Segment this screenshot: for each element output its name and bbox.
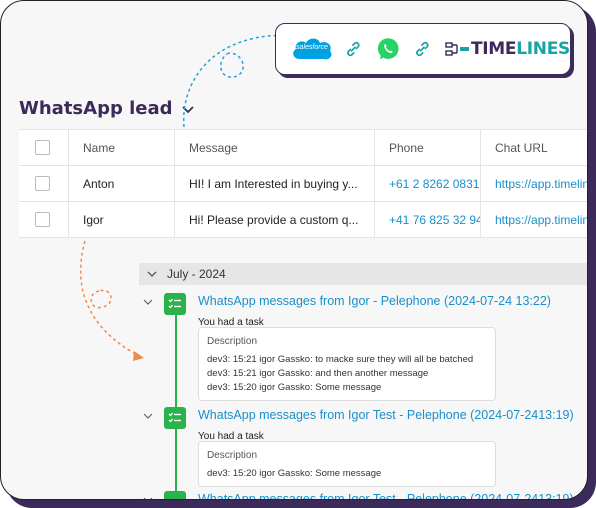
description-line: dev3: 15:21 igor Gassko: to macke sure t… <box>207 354 474 365</box>
timelines-wordmark: TIMELINES <box>471 39 570 59</box>
month-group-header[interactable]: July - 2024 <box>139 263 587 285</box>
lead-view-selector[interactable]: WhatsApp lead <box>19 98 195 119</box>
column-header-chat-url[interactable]: Chat URL <box>481 130 587 166</box>
timelines-mark-icon <box>445 42 469 56</box>
cell-name: Anton <box>69 165 175 202</box>
select-all-cell <box>19 129 69 166</box>
timelines-word-time: TIME <box>470 39 517 59</box>
cell-name: Igor <box>69 201 175 238</box>
cell-message: Hi! Please provide a custom q... <box>175 201 375 238</box>
description-label: Description <box>207 336 258 347</box>
chevron-down-icon <box>181 105 194 113</box>
column-header-name[interactable]: Name <box>69 129 175 166</box>
description-line: dev3: 15:20 igor Gassko: Some message <box>207 382 382 393</box>
task-list-icon <box>164 293 186 315</box>
cell-message: HI! I am Interested in buying y... <box>175 165 375 202</box>
timeline-entry-title-link[interactable]: WhatsApp messages from Igor Test - Pelep… <box>198 408 574 422</box>
app-card: salesforce TIMELINES WhatsApp lead Name … <box>0 0 588 500</box>
chevron-down-icon[interactable] <box>143 297 153 307</box>
row-checkbox[interactable] <box>35 176 50 191</box>
task-list-icon <box>164 407 186 429</box>
description-box: Description dev3: 15:21 igor Gassko: to … <box>198 327 496 401</box>
description-line: dev3: 15:21 igor Gassko: and then anothe… <box>207 368 429 379</box>
row-checkbox[interactable] <box>35 212 50 227</box>
table-header-row: Name Message Phone Chat URL <box>19 129 587 166</box>
column-header-phone[interactable]: Phone <box>375 129 481 166</box>
task-list-icon <box>164 491 186 499</box>
cell-phone-link[interactable]: +41 76 825 32 94 <box>375 201 481 238</box>
cell-chat-url-link[interactable]: https://app.timelin <box>481 166 587 202</box>
chevron-down-icon[interactable] <box>143 495 153 500</box>
timeline-entry-title-link[interactable]: WhatsApp messages from Igor - Pelephone … <box>198 294 551 308</box>
description-line: dev3: 15:20 igor Gassko: Some message <box>207 468 382 479</box>
select-all-checkbox[interactable] <box>35 140 50 155</box>
whatsapp-icon <box>377 38 399 60</box>
timeline-line <box>175 303 177 499</box>
cell-chat-url-link[interactable]: https://app.timelin <box>481 202 587 238</box>
page-title: WhatsApp lead <box>19 98 173 119</box>
chevron-down-icon <box>147 271 157 277</box>
row-select-cell <box>19 165 69 202</box>
row-select-cell <box>19 201 69 238</box>
integration-badge: salesforce TIMELINES <box>275 23 571 75</box>
timeline-entry-title-link[interactable]: WhatsApp messages from Igor Test - Pelep… <box>198 492 574 499</box>
description-box: Description dev3: 15:20 igor Gassko: Som… <box>198 441 496 487</box>
description-label: Description <box>207 450 258 461</box>
link-icon <box>416 41 429 57</box>
month-label: July - 2024 <box>167 267 226 281</box>
timelines-logo: TIMELINES <box>445 39 570 59</box>
table-row[interactable]: Anton HI! I am Interested in buying y...… <box>19 165 587 202</box>
link-icon <box>347 41 360 57</box>
decorative-dashed-lines <box>79 34 294 361</box>
cell-phone-link[interactable]: +61 2 8262 0831 <box>375 165 481 202</box>
timelines-word-lines: LINES <box>516 39 570 59</box>
salesforce-logo: salesforce <box>290 35 332 63</box>
column-header-message[interactable]: Message <box>175 129 375 166</box>
chevron-down-icon[interactable] <box>143 411 153 421</box>
leads-table: Name Message Phone Chat URL Anton HI! I … <box>19 129 587 238</box>
salesforce-label: salesforce <box>296 44 328 51</box>
table-row[interactable]: Igor Hi! Please provide a custom q... +4… <box>19 201 587 238</box>
